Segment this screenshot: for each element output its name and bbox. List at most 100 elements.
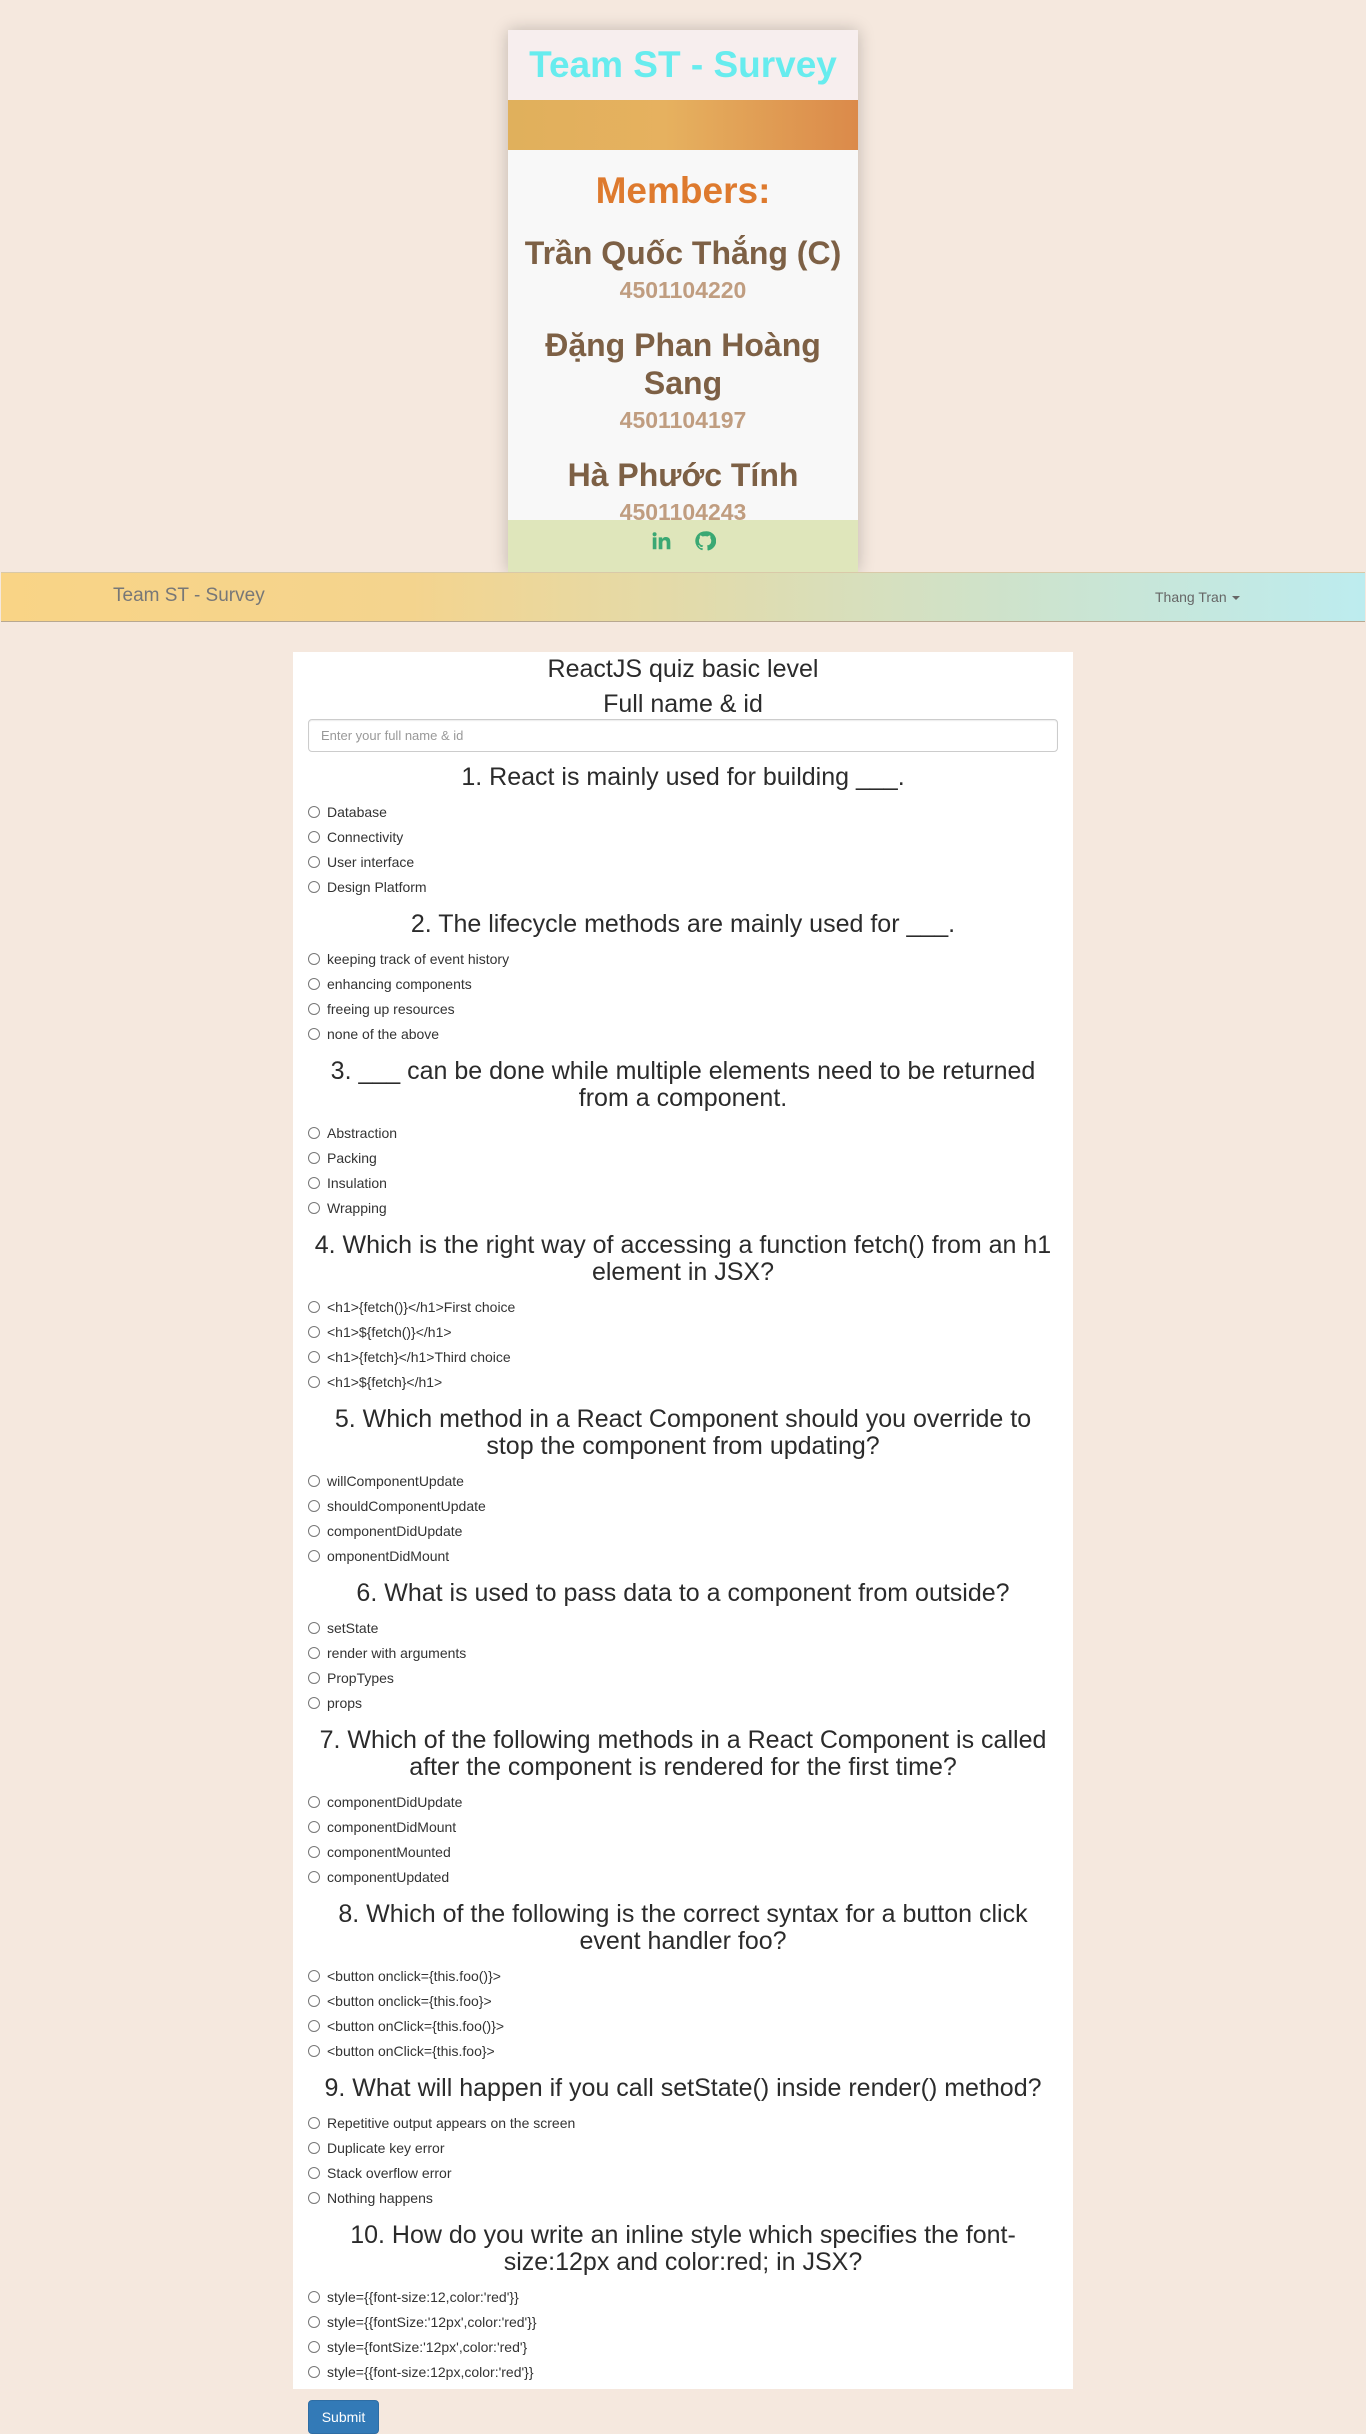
answer-option[interactable]: props — [308, 1690, 1058, 1715]
answer-option[interactable]: Nothing happens — [308, 2185, 1058, 2210]
radio-button[interactable] — [308, 2166, 320, 2179]
answer-label: <h1>{fetch}</h1>Third choice — [327, 1348, 511, 1365]
answer-option[interactable]: Database — [308, 799, 1058, 824]
radio-button[interactable] — [308, 1499, 320, 1512]
answer-option[interactable]: <button onClick={this.foo()}> — [308, 2013, 1058, 2038]
answer-option[interactable]: componentDidUpdate — [308, 1518, 1058, 1543]
radio-button[interactable] — [308, 1474, 320, 1487]
answer-option[interactable]: <button onClick={this.foo}> — [308, 2038, 1058, 2063]
radio-button[interactable] — [308, 952, 320, 965]
answer-label: style={{font-size:12,color:'red'}} — [327, 2288, 519, 2305]
radio-button[interactable] — [308, 1696, 320, 1709]
radio-button[interactable] — [308, 1126, 320, 1139]
navbar-brand[interactable]: Team ST - Survey — [113, 585, 265, 607]
answer-option[interactable]: componentMounted — [308, 1839, 1058, 1864]
answer-option[interactable]: <h1>${fetch()}</h1> — [308, 1319, 1058, 1344]
radio-button[interactable] — [308, 1994, 320, 2007]
answer-option[interactable]: componentDidUpdate — [308, 1789, 1058, 1814]
answer-label: componentMounted — [327, 1843, 451, 1860]
answer-option[interactable]: Repetitive output appears on the screen — [308, 2110, 1058, 2135]
answer-option[interactable]: style={{fontSize:'12px',color:'red'}} — [308, 2309, 1058, 2334]
answer-option[interactable]: Packing — [308, 1145, 1058, 1170]
member-name: Hà Phước Tính — [567, 457, 799, 493]
answer-option[interactable]: none of the above — [308, 1021, 1058, 1046]
answer-option[interactable]: componentUpdated — [308, 1864, 1058, 1889]
answer-option[interactable]: <h1>{fetch}</h1>Third choice — [308, 1344, 1058, 1369]
answer-option[interactable]: <button onclick={this.foo}> — [308, 1988, 1058, 2013]
radio-button[interactable] — [308, 2141, 320, 2154]
radio-button[interactable] — [308, 1621, 320, 1634]
radio-button[interactable] — [308, 805, 320, 818]
radio-button[interactable] — [308, 880, 320, 893]
question-title: 6. What is used to pass data to a compon… — [356, 1579, 1010, 1607]
user-menu-dropdown[interactable]: Thang Tran — [1155, 589, 1240, 605]
answer-option[interactable]: Duplicate key error — [308, 2135, 1058, 2160]
answer-option[interactable]: componentDidMount — [308, 1814, 1058, 1839]
question-5: 5. Which method in a React Component sho… — [308, 1406, 1058, 1568]
radio-button[interactable] — [308, 2290, 320, 2303]
answer-label: style={fontSize:'12px',color:'red'} — [327, 2338, 528, 2355]
radio-button[interactable] — [308, 1870, 320, 1883]
radio-button[interactable] — [308, 1969, 320, 1982]
member-name: Đặng Phan Hoàng Sang — [545, 327, 821, 401]
answer-option[interactable]: <h1>${fetch}</h1> — [308, 1369, 1058, 1394]
radio-button[interactable] — [308, 1300, 320, 1313]
radio-button[interactable] — [308, 1549, 320, 1562]
radio-button[interactable] — [308, 1671, 320, 1684]
radio-button[interactable] — [308, 2116, 320, 2129]
answer-option[interactable]: Wrapping — [308, 1195, 1058, 1220]
answer-option[interactable]: <button onclick={this.foo()}> — [308, 1963, 1058, 1988]
answer-option[interactable]: enhancing components — [308, 971, 1058, 996]
radio-button[interactable] — [308, 1027, 320, 1040]
radio-button[interactable] — [308, 1325, 320, 1338]
radio-button[interactable] — [308, 2044, 320, 2057]
radio-button[interactable] — [308, 2340, 320, 2353]
answer-option[interactable]: style={{font-size:12px,color:'red'}} — [308, 2359, 1058, 2384]
answer-label: <button onclick={this.foo()}> — [327, 1967, 501, 1984]
answer-option[interactable]: render with arguments — [308, 1640, 1058, 1665]
answer-option[interactable]: style={{font-size:12,color:'red'}} — [308, 2284, 1058, 2309]
radio-button[interactable] — [308, 977, 320, 990]
radio-button[interactable] — [308, 1375, 320, 1388]
name-input[interactable] — [308, 719, 1058, 752]
answer-option[interactable]: Stack overflow error — [308, 2160, 1058, 2185]
radio-button[interactable] — [308, 830, 320, 843]
answer-option[interactable]: keeping track of event history — [308, 946, 1058, 971]
radio-button[interactable] — [308, 1845, 320, 1858]
answer-label: keeping track of event history — [327, 950, 510, 967]
radio-button[interactable] — [308, 1151, 320, 1164]
radio-button[interactable] — [308, 1201, 320, 1214]
answer-option[interactable]: Insulation — [308, 1170, 1058, 1195]
answer-option[interactable]: Abstraction — [308, 1120, 1058, 1145]
radio-button[interactable] — [308, 1002, 320, 1015]
radio-button[interactable] — [308, 1795, 320, 1808]
linkedin-icon[interactable] — [650, 530, 672, 552]
answer-label: style={{font-size:12px,color:'red'}} — [327, 2363, 534, 2380]
question-title: 10. How do you write an inline style whi… — [350, 2221, 1016, 2276]
navbar: Team ST - Survey Thang Tran — [1, 572, 1365, 622]
answer-option[interactable]: Connectivity — [308, 824, 1058, 849]
radio-button[interactable] — [308, 2365, 320, 2378]
radio-button[interactable] — [308, 1176, 320, 1189]
submit-button[interactable]: Submit — [308, 2400, 379, 2434]
answer-option[interactable]: <h1>{fetch()}</h1>First choice — [308, 1294, 1058, 1319]
radio-button[interactable] — [308, 855, 320, 868]
question-title: 5. Which method in a React Component sho… — [334, 1405, 1032, 1460]
answer-option[interactable]: omponentDidMount — [308, 1543, 1058, 1568]
radio-button[interactable] — [308, 1820, 320, 1833]
answer-option[interactable]: freeing up resources — [308, 996, 1058, 1021]
radio-button[interactable] — [308, 1350, 320, 1363]
radio-button[interactable] — [308, 2191, 320, 2204]
answer-option[interactable]: User interface — [308, 849, 1058, 874]
answer-option[interactable]: PropTypes — [308, 1665, 1058, 1690]
answer-option[interactable]: willComponentUpdate — [308, 1468, 1058, 1493]
answer-option[interactable]: setState — [308, 1615, 1058, 1640]
radio-button[interactable] — [308, 1524, 320, 1537]
radio-button[interactable] — [308, 2315, 320, 2328]
radio-button[interactable] — [308, 2019, 320, 2032]
radio-button[interactable] — [308, 1646, 320, 1659]
github-icon[interactable] — [694, 530, 717, 552]
answer-option[interactable]: Design Platform — [308, 874, 1058, 899]
answer-option[interactable]: style={fontSize:'12px',color:'red'} — [308, 2334, 1058, 2359]
answer-option[interactable]: shouldComponentUpdate — [308, 1493, 1058, 1518]
